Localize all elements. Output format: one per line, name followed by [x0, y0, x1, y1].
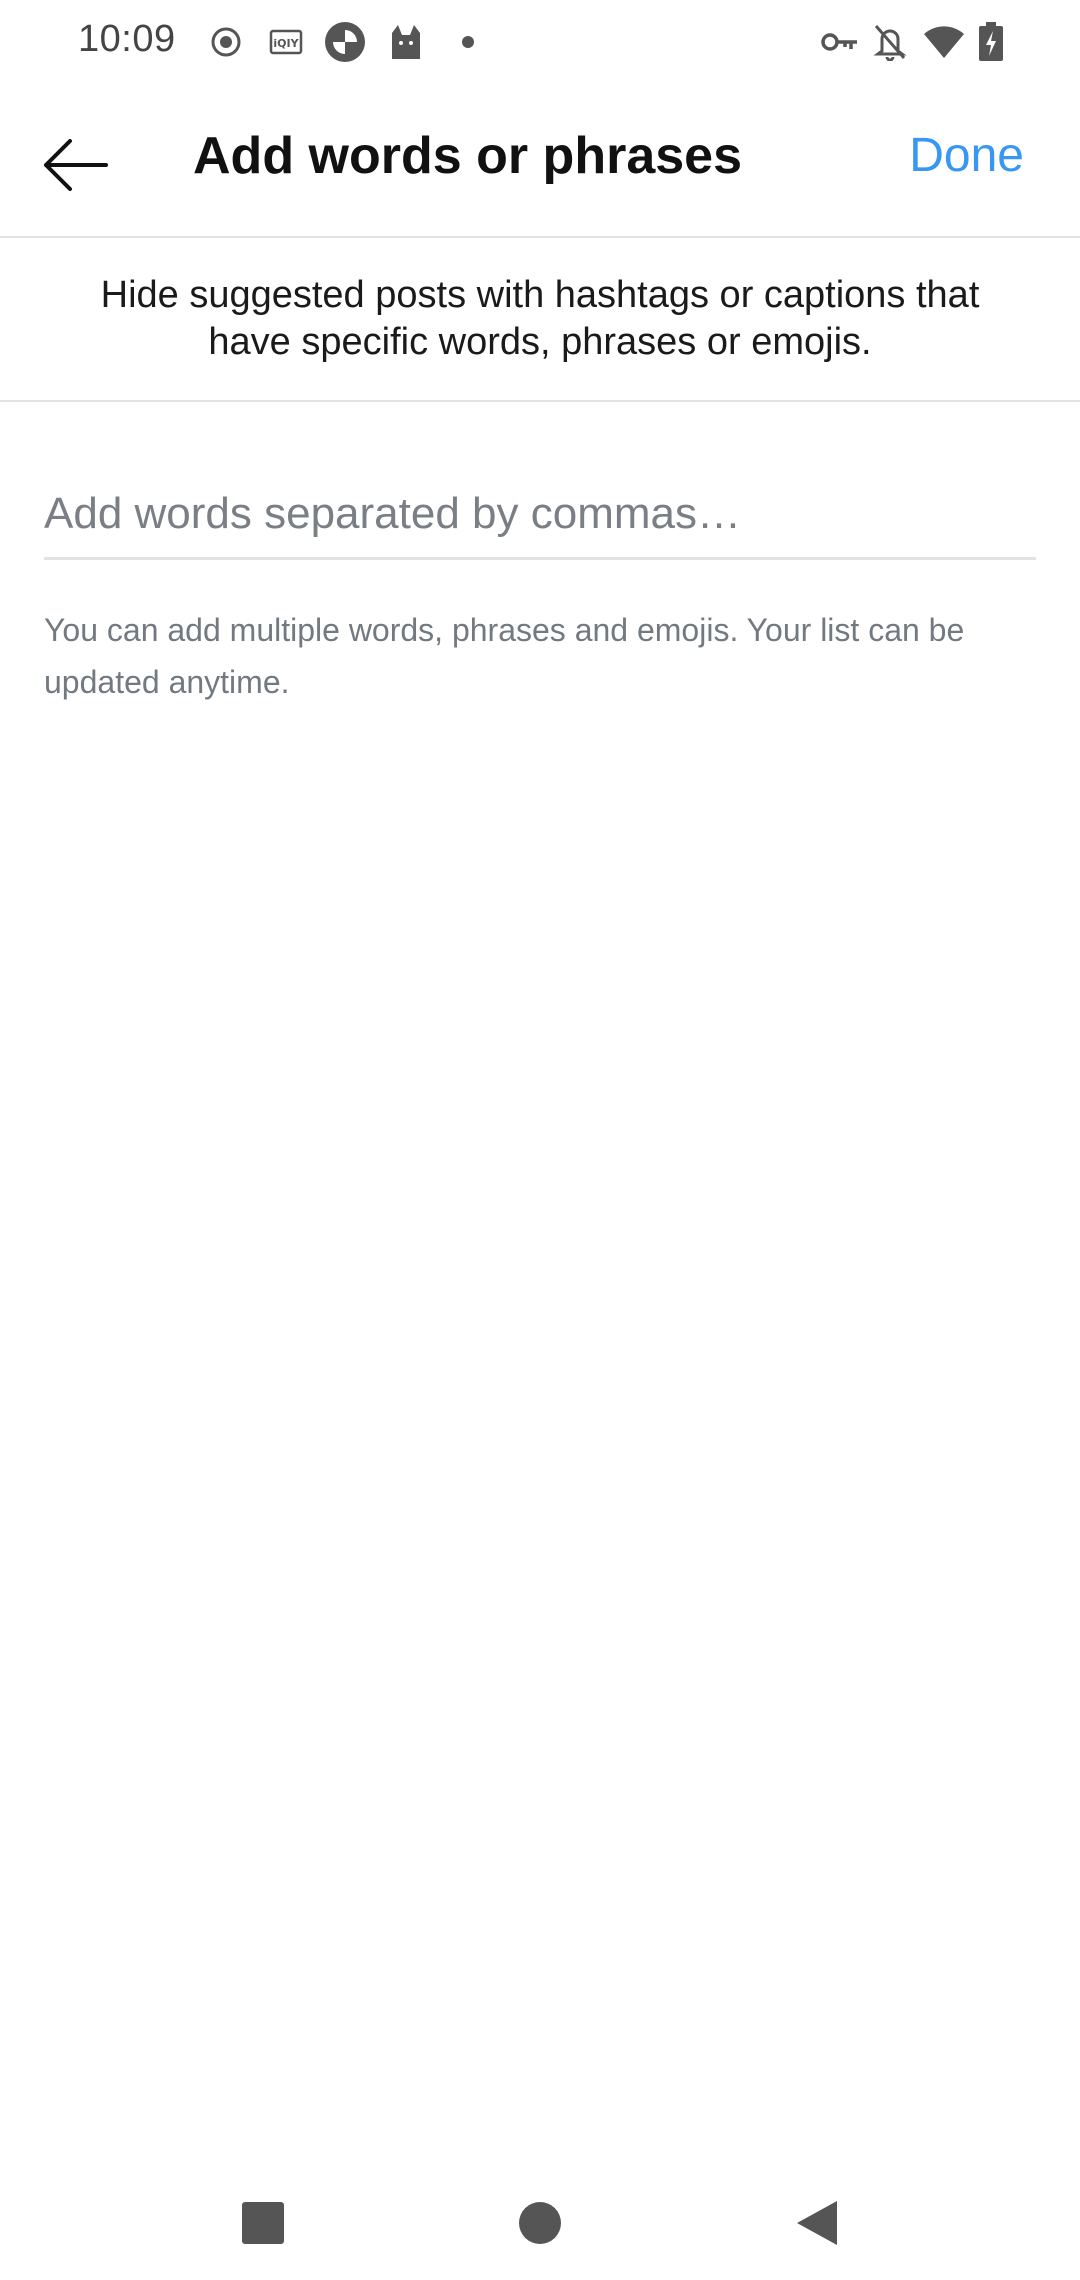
back-button[interactable]: [30, 122, 120, 212]
done-button[interactable]: Done: [909, 128, 1024, 183]
arrow-left-icon: [40, 138, 110, 196]
recents-square-icon: [241, 2201, 285, 2250]
system-back-button[interactable]: [782, 2190, 852, 2260]
back-triangle-icon: [795, 2199, 839, 2252]
camera-app-icon: [322, 22, 368, 62]
status-bar: 10:09 iQIY: [0, 0, 1080, 88]
home-circle-icon: [518, 2201, 562, 2250]
record-icon: [206, 22, 246, 62]
page-title: Add words or phrases: [193, 127, 742, 185]
key-icon: [820, 22, 860, 62]
system-nav-bar: [0, 2160, 1080, 2280]
app-header: Add words or phrases Done: [0, 88, 1080, 238]
home-button[interactable]: [505, 2190, 575, 2260]
description-section: Hide suggested posts with hashtags or ca…: [0, 238, 1080, 402]
words-input[interactable]: [44, 470, 1036, 560]
iqiyi-icon: iQIY: [268, 22, 304, 62]
notifications-off-icon: [870, 22, 910, 62]
battery-charging-icon: [976, 22, 1006, 62]
cat-icon: [386, 22, 426, 62]
description-text: Hide suggested posts with hashtags or ca…: [100, 274, 980, 363]
recents-button[interactable]: [228, 2190, 298, 2260]
wifi-icon: [922, 22, 966, 62]
svg-text:iQIY: iQIY: [273, 37, 299, 50]
dot-icon: [458, 22, 478, 62]
status-time: 10:09: [78, 18, 176, 60]
helper-text: You can add multiple words, phrases and …: [44, 612, 965, 700]
